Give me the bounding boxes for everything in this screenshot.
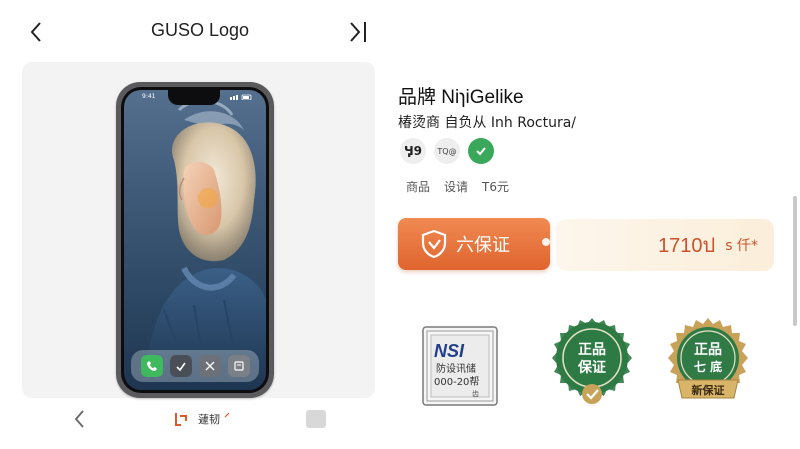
price-unit: s 仟* (725, 238, 758, 254)
seal-1-top: 正品 (578, 342, 606, 358)
seal-2-middle: 七 底 (694, 359, 722, 374)
phone-dock (131, 350, 259, 382)
box-icon[interactable] (306, 410, 326, 428)
product-subtitle: 椿烫商 自负从 Inh Roctura/ (398, 115, 577, 131)
notes-app-icon (227, 355, 250, 377)
tag-item[interactable]: 商品 (406, 178, 430, 195)
price-box[interactable]: 1710ป s 仟* (556, 219, 774, 271)
stamp-line-3: 000-20帮 (434, 376, 479, 388)
phone-app-icon (140, 355, 163, 377)
stamp-line-1: NSI (434, 341, 465, 361)
authentic-seal-2: 正品 七 底 新保证 (668, 318, 748, 399)
phone-screen: 9:41 (124, 90, 266, 390)
status-icons (230, 94, 252, 100)
check-app-icon (169, 355, 192, 377)
status-time: 9:41 (142, 93, 156, 100)
badge-verified[interactable] (468, 138, 494, 164)
product-tags: 商品 设请 T6元 (406, 178, 509, 195)
stamp-line-2: 防设讯储 (436, 362, 476, 375)
scrollbar[interactable] (793, 196, 797, 326)
guarantee-dot (542, 238, 550, 246)
authentic-seal-1: 正品 保证 (552, 318, 632, 404)
certificate-stamp: NSI 防设讯储 000-20帮 齿 (422, 326, 498, 406)
bottom-back-icon[interactable] (72, 408, 88, 430)
product-brand: 品牌 NiɿiGelike (398, 87, 524, 108)
stamp-line-4: 齿 (472, 390, 479, 398)
back-icon[interactable] (26, 18, 46, 46)
badge-brand-mark[interactable]: Ӌ9 (400, 138, 426, 164)
bottom-center-tab[interactable]: 蘧韧 (174, 408, 230, 430)
small-arrow-icon (224, 412, 230, 418)
tag-item[interactable]: 设请 (444, 178, 468, 195)
logo-mark-icon (175, 413, 187, 426)
bottom-center-label: 蘧韧 (198, 413, 220, 426)
product-phone-image: 9:41 (116, 82, 274, 398)
tools-app-icon (198, 355, 221, 377)
shield-icon (421, 229, 447, 259)
wallpaper-portrait (144, 99, 266, 390)
skip-next-icon[interactable] (346, 18, 372, 46)
page-title: GUSO Logo (150, 20, 250, 40)
seal-2-ribbon: 新保证 (692, 383, 725, 397)
guarantee-button[interactable]: 六保证 (398, 218, 550, 270)
seal-1-bottom: 保证 (577, 359, 606, 376)
guarantee-label: 六保证 (456, 235, 510, 256)
price-value: 1710ป (658, 235, 716, 257)
phone-notch (168, 90, 220, 105)
tag-item[interactable]: T6元 (482, 178, 509, 195)
seal-2-top: 正品 (694, 342, 722, 358)
check-icon (476, 147, 486, 156)
badge-label[interactable]: TQ@ (434, 138, 460, 164)
